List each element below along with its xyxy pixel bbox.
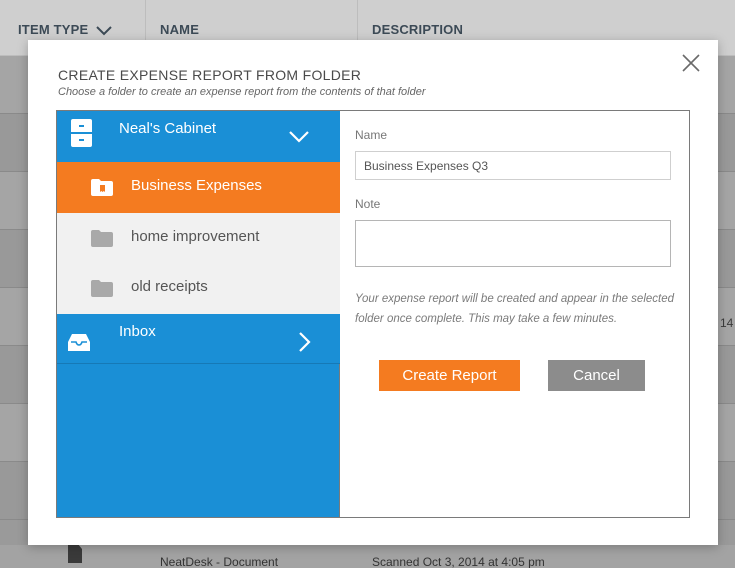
name-field-label: Name: [355, 128, 388, 142]
table-cell-name: NeatDesk - Document: [160, 555, 279, 568]
report-form: Name Note Your expense report will be cr…: [341, 111, 689, 517]
folder-tree: Neal's Cabinet Business Expenses home im…: [57, 111, 340, 517]
modal-title: CREATE EXPENSE REPORT FROM FOLDER: [58, 67, 362, 83]
chevron-right-icon[interactable]: [298, 331, 311, 353]
folder-icon: [91, 230, 113, 247]
table-row[interactable]: [0, 545, 735, 568]
inbox-icon: [68, 334, 90, 351]
cabinet-icon: [71, 119, 92, 147]
column-header-item-type[interactable]: ITEM TYPE: [18, 22, 112, 37]
inbox-item[interactable]: Inbox: [57, 314, 340, 364]
create-report-button[interactable]: Create Report: [379, 360, 520, 391]
folder-item-old-receipts[interactable]: old receipts: [57, 263, 340, 314]
folder-item-business-expenses[interactable]: Business Expenses: [57, 162, 340, 213]
receipt-folder-icon: [91, 179, 113, 196]
folder-item-label: old receipts: [131, 278, 208, 295]
close-icon: [682, 54, 700, 72]
table-cell-description: Scanned Oct 3, 2014 at 4:05 pm: [372, 555, 545, 568]
folder-item-home-improvement[interactable]: home improvement: [57, 213, 340, 264]
folder-item-label: Business Expenses: [131, 177, 262, 194]
table-cell-fragment: 14: [720, 316, 734, 330]
column-header-name[interactable]: NAME: [160, 22, 199, 37]
chevron-down-icon[interactable]: [288, 130, 310, 143]
column-header-description[interactable]: DESCRIPTION: [372, 22, 463, 37]
info-message: Your expense report will be created and …: [355, 293, 675, 325]
create-expense-report-modal: CREATE EXPENSE REPORT FROM FOLDER Choose…: [28, 40, 718, 545]
note-field-label: Note: [355, 197, 381, 211]
close-button[interactable]: [678, 50, 704, 76]
cabinet-header[interactable]: Neal's Cabinet: [57, 111, 340, 162]
cancel-button[interactable]: Cancel: [548, 360, 645, 391]
report-name-input[interactable]: [355, 151, 671, 180]
chevron-down-icon: [96, 25, 112, 35]
note-textarea[interactable]: [355, 220, 671, 267]
inbox-label: Inbox: [119, 323, 156, 340]
folder-item-label: home improvement: [131, 228, 260, 245]
modal-subtitle: Choose a folder to create an expense rep…: [58, 86, 426, 98]
folder-icon: [91, 280, 113, 297]
folder-picker-panel: Neal's Cabinet Business Expenses home im…: [56, 110, 690, 518]
cabinet-label: Neal's Cabinet: [119, 120, 217, 137]
